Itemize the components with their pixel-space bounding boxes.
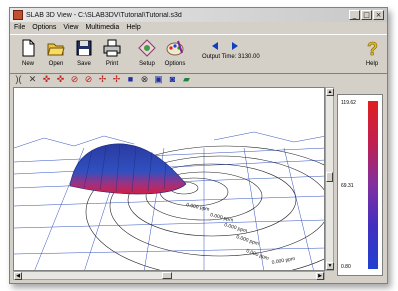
pan-up-icon[interactable]: ✢ (97, 74, 108, 85)
app-window: SLAB 3D View - C:\SLAB3DV\Tutorial\Tutor… (9, 7, 388, 284)
contour-label: 0.000 ppm (235, 234, 259, 247)
vertical-scrollbar[interactable]: ▲ ▼ (325, 87, 334, 271)
maximize-button[interactable]: □ (361, 10, 372, 20)
main-toolbar: New Open Save Print Setup Options Output… (10, 34, 387, 74)
scroll-down-icon[interactable]: ▼ (326, 262, 334, 270)
menu-view[interactable]: View (63, 24, 78, 31)
minimize-button[interactable]: _ (349, 10, 360, 20)
contour-label: 0.000 ppm (186, 202, 210, 213)
horizontal-scrollbar[interactable]: ◀ ▶ (13, 271, 325, 280)
save-disk-icon (76, 40, 92, 56)
color-legend: 119.62 69.31 0.80 (337, 94, 383, 276)
reset-view-icon[interactable]: ⊗ (139, 74, 150, 85)
menu-help[interactable]: Help (126, 24, 140, 31)
save-label: Save (77, 61, 91, 67)
save-button[interactable]: Save (71, 39, 97, 67)
svg-text:?: ? (367, 39, 378, 57)
move-left-icon[interactable]: ✜ (41, 74, 52, 85)
menu-multimedia[interactable]: Multimedia (85, 24, 119, 31)
window-title: SLAB 3D View - C:\SLAB3DV\Tutorial\Tutor… (26, 11, 182, 19)
next-time-icon[interactable] (230, 41, 240, 51)
options-button[interactable]: Options (162, 39, 188, 67)
help-button[interactable]: ? Help (359, 39, 385, 67)
options-label: Options (164, 61, 186, 67)
previous-time-icon[interactable] (210, 41, 220, 51)
rotate-x-icon[interactable]: ⊘ (69, 74, 80, 85)
vertical-scroll-thumb[interactable] (326, 172, 333, 182)
options-palette-icon (166, 40, 184, 56)
legend-color-bar (368, 101, 378, 269)
scroll-up-icon[interactable]: ▲ (326, 88, 334, 96)
zoom-out-icon[interactable]: ✕ (27, 74, 38, 85)
menu-bar: File Options View Multimedia Help (10, 22, 387, 33)
close-button[interactable]: × (373, 10, 384, 20)
scroll-right-icon[interactable]: ▶ (316, 272, 324, 280)
output-time-value: 3130.00 (238, 54, 260, 60)
camera-icon[interactable]: ◙ (167, 74, 178, 85)
output-time-label: Output Time: (202, 54, 237, 60)
app-icon (13, 10, 23, 20)
grid-icon[interactable]: ▣ (153, 74, 164, 85)
contour-label: 0.000 ppm (223, 222, 247, 234)
horizontal-scroll-thumb[interactable] (162, 272, 172, 279)
contour-label: 0.000 ppm (271, 256, 295, 266)
open-label: Open (48, 61, 64, 67)
legend-min: 0.80 (341, 264, 351, 270)
menu-file[interactable]: File (14, 24, 25, 31)
plume-scene: 0.000 ppm 0.000 ppm 0.000 ppm 0.000 ppm … (14, 131, 324, 270)
output-time: Output Time: 3130.00 (202, 54, 260, 60)
contour-label: 0.000 ppm (210, 212, 234, 224)
open-button[interactable]: Open (43, 39, 69, 67)
new-file-icon (22, 39, 35, 57)
printer-icon (103, 39, 121, 57)
rotate-y-icon[interactable]: ⊘ (83, 74, 94, 85)
print-label: Print (105, 61, 119, 67)
3d-view-canvas[interactable]: 0.000 ppm 0.000 ppm 0.000 ppm 0.000 ppm … (13, 87, 325, 271)
print-button[interactable]: Print (99, 39, 125, 67)
pan-down-icon[interactable]: ✢ (111, 74, 122, 85)
zoom-in-icon[interactable]: )( (13, 74, 24, 85)
title-bar: SLAB 3D View - C:\SLAB3DV\Tutorial\Tutor… (10, 8, 387, 22)
open-folder-icon (47, 43, 65, 56)
legend-max: 119.62 (341, 100, 356, 106)
menu-options[interactable]: Options (32, 24, 56, 31)
new-label: New (21, 61, 34, 67)
scroll-left-icon[interactable]: ◀ (14, 272, 22, 280)
help-question-icon: ? (367, 39, 379, 60)
setup-button[interactable]: Setup (134, 39, 160, 67)
move-right-icon[interactable]: ✜ (55, 74, 66, 85)
new-button[interactable]: New (15, 39, 41, 67)
setup-icon (138, 39, 156, 57)
setup-label: Setup (139, 61, 155, 67)
terrain-icon[interactable]: ▰ (181, 74, 192, 85)
legend-mid: 69.31 (341, 183, 354, 189)
cube-icon[interactable]: ■ (125, 74, 136, 85)
view-toolbar: )( ✕ ✜ ✜ ⊘ ⊘ ✢ ✢ ■ ⊗ ▣ ◙ ▰ (10, 73, 387, 86)
help-label: Help (365, 61, 379, 67)
contour-label: 0.000 ppm (245, 248, 269, 262)
